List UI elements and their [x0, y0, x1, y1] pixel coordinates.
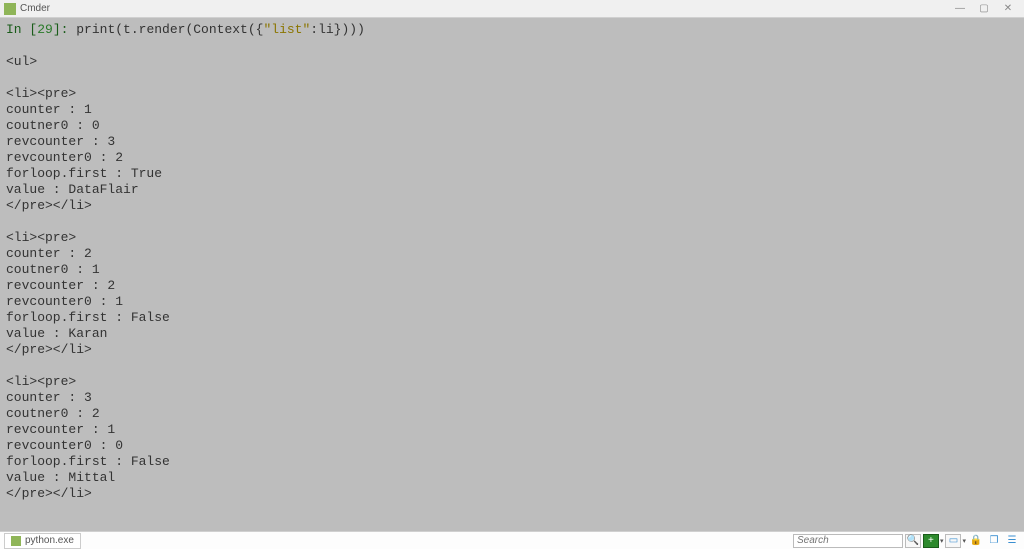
prompt-close: ]: [53, 22, 76, 37]
code-suffix: :li}))) [310, 22, 365, 37]
titlebar: Cmder — ▢ ✕ [0, 0, 1024, 18]
menu-icon[interactable]: ☰ [1004, 534, 1020, 548]
add-dropdown-icon[interactable]: ▾ [940, 537, 944, 545]
close-button[interactable]: ✕ [996, 1, 1020, 17]
tab-python[interactable]: python.exe [4, 533, 81, 549]
app-icon [4, 3, 16, 15]
search-icon[interactable]: 🔍 [905, 534, 921, 548]
window-list-button[interactable]: ▭ [945, 534, 961, 548]
search-input[interactable] [793, 534, 903, 548]
window-dropdown-icon[interactable]: ▾ [962, 537, 966, 545]
prompt-in-label: In [ [6, 22, 37, 37]
statusbar: python.exe 🔍 + ▾ ▭ ▾ 🔒 ❐ ☰ [0, 531, 1024, 549]
window-title: Cmder [20, 3, 50, 14]
lock-icon[interactable]: 🔒 [968, 534, 984, 548]
windows-icon[interactable]: ❐ [986, 534, 1002, 548]
output-block: <ul> <li><pre> counter : 1 coutner0 : 0 … [6, 54, 170, 501]
prompt-number: 29 [37, 22, 53, 37]
maximize-button[interactable]: ▢ [972, 1, 996, 17]
tab-label: python.exe [25, 535, 74, 546]
code-prefix: print(t.render(Context({ [76, 22, 263, 37]
terminal-output[interactable]: In [29]: print(t.render(Context({"list":… [0, 18, 1024, 531]
string-literal: "list" [263, 22, 310, 37]
minimize-button[interactable]: — [948, 1, 972, 17]
add-tab-button[interactable]: + [923, 534, 939, 548]
lambda-icon [11, 536, 21, 546]
